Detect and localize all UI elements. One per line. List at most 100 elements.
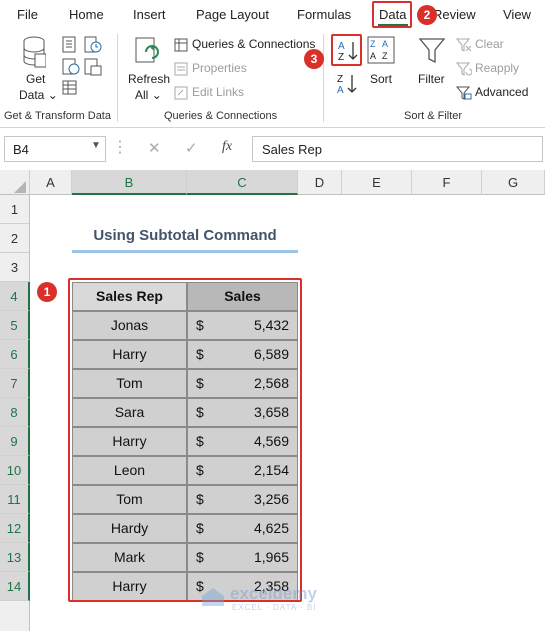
sort-az-icon: A Z bbox=[338, 41, 358, 63]
filter-label: Filter bbox=[418, 72, 445, 86]
row-header-4[interactable]: 4 bbox=[0, 282, 30, 311]
tab-page-layout[interactable]: Page Layout bbox=[196, 7, 269, 22]
svg-text:Z: Z bbox=[337, 74, 343, 85]
formula-input[interactable]: Sales Rep bbox=[252, 136, 543, 162]
column-header-d[interactable]: D bbox=[298, 170, 342, 195]
row-header-blank bbox=[0, 601, 30, 631]
refresh-all-button[interactable]: Refresh All ⌄ bbox=[124, 34, 170, 104]
row-header-8[interactable]: 8 bbox=[0, 398, 30, 427]
svg-text:A: A bbox=[370, 51, 376, 61]
column-header-f[interactable]: F bbox=[412, 170, 482, 195]
tab-insert[interactable]: Insert bbox=[133, 7, 166, 22]
tab-home[interactable]: Home bbox=[69, 7, 104, 22]
svg-text:Z: Z bbox=[338, 52, 344, 63]
row-header-11[interactable]: 11 bbox=[0, 485, 30, 514]
svg-text:Z: Z bbox=[370, 39, 376, 49]
refresh-label-2: All ⌄ bbox=[135, 88, 162, 102]
step-badge-2: 2 bbox=[417, 5, 437, 25]
tab-view[interactable]: View bbox=[503, 7, 531, 22]
watermark-tagline: EXCEL · DATA · BI bbox=[232, 603, 317, 612]
formula-bar: B4 ▼ ⋮ ✕ ✓ fx Sales Rep bbox=[0, 133, 545, 166]
row-header-1[interactable]: 1 bbox=[0, 195, 30, 224]
database-icon bbox=[23, 36, 46, 68]
step-badge-3: 3 bbox=[304, 49, 324, 69]
clear-label: Clear bbox=[475, 37, 504, 51]
select-all-corner[interactable] bbox=[0, 170, 30, 195]
edit-links-icon bbox=[174, 86, 188, 100]
tab-formulas[interactable]: Formulas bbox=[297, 7, 351, 22]
refresh-label-1: Refresh bbox=[128, 72, 171, 86]
sheet-title: Using Subtotal Command bbox=[72, 227, 298, 253]
row-header-12[interactable]: 12 bbox=[0, 514, 30, 543]
from-table-icon[interactable] bbox=[62, 80, 78, 96]
properties-icon bbox=[174, 62, 188, 76]
get-data-label-2: Data ⌄ bbox=[19, 88, 58, 102]
clear-filter-icon bbox=[456, 38, 472, 52]
queries-connections-label: Queries & Connections bbox=[192, 37, 316, 51]
column-header-e[interactable]: E bbox=[342, 170, 412, 195]
properties-label: Properties bbox=[192, 61, 247, 75]
column-header-b[interactable]: B bbox=[72, 170, 187, 195]
edit-links-label: Edit Links bbox=[192, 85, 245, 99]
row-header-10[interactable]: 10 bbox=[0, 456, 30, 485]
sort-z-to-a-button[interactable]: Z A bbox=[336, 72, 360, 98]
sort-a-to-z-button[interactable]: A Z bbox=[331, 34, 362, 66]
row-header-5[interactable]: 5 bbox=[0, 311, 30, 340]
advanced-filter-icon bbox=[456, 86, 472, 100]
sort-button[interactable]: Z A A Z Sort bbox=[365, 34, 397, 92]
get-transform-group-label: Get & Transform Data bbox=[4, 110, 111, 122]
cancel-icon[interactable]: ✕ bbox=[148, 139, 161, 157]
group-separator bbox=[323, 34, 324, 122]
ribbon-tabs: File Home Insert Page Layout Formulas Da… bbox=[0, 0, 545, 30]
watermark-name: exceldemy bbox=[230, 584, 317, 603]
sort-dialog-icon: Z A A Z bbox=[367, 36, 395, 64]
svg-text:A: A bbox=[382, 39, 388, 49]
column-header-a[interactable]: A bbox=[30, 170, 72, 195]
column-header-g[interactable]: G bbox=[482, 170, 545, 195]
row-header-13[interactable]: 13 bbox=[0, 543, 30, 572]
tab-data[interactable]: Data bbox=[379, 7, 406, 22]
chevron-down-icon: ⌄ bbox=[151, 88, 162, 102]
advanced-label: Advanced bbox=[475, 85, 529, 99]
refresh-icon bbox=[135, 37, 159, 63]
enter-icon[interactable]: ✓ bbox=[185, 139, 198, 157]
existing-connections-icon[interactable] bbox=[84, 58, 102, 76]
insert-function-icon[interactable]: fx bbox=[222, 139, 232, 155]
exceldemy-logo-icon bbox=[202, 588, 224, 606]
row-header-7[interactable]: 7 bbox=[0, 369, 30, 398]
row-header-14[interactable]: 14 bbox=[0, 572, 30, 601]
reapply-icon bbox=[456, 62, 472, 76]
row-header-6[interactable]: 6 bbox=[0, 340, 30, 369]
chevron-down-icon: ⌄ bbox=[47, 88, 58, 102]
svg-text:A: A bbox=[337, 85, 344, 96]
row-header-9[interactable]: 9 bbox=[0, 427, 30, 456]
get-data-button[interactable]: Get Data ⌄ bbox=[8, 34, 58, 104]
from-text-icon[interactable] bbox=[62, 36, 78, 54]
formula-input-value: Sales Rep bbox=[262, 142, 322, 157]
ribbon: Get Data ⌄ Get & Transform Data Refresh … bbox=[0, 30, 545, 128]
column-header-c[interactable]: C bbox=[187, 170, 298, 195]
get-data-label-1: Get bbox=[26, 72, 46, 86]
row-header-2[interactable]: 2 bbox=[0, 224, 30, 253]
sort-label: Sort bbox=[370, 72, 393, 86]
recent-sources-icon[interactable] bbox=[84, 36, 102, 54]
dropdown-arrow-icon[interactable]: ▼ bbox=[91, 140, 101, 151]
row-header-3[interactable]: 3 bbox=[0, 253, 30, 282]
svg-text:Z: Z bbox=[382, 51, 388, 61]
name-box[interactable]: B4 ▼ bbox=[4, 136, 106, 162]
more-options-icon: ⋮ bbox=[112, 139, 128, 156]
select-all-triangle-icon bbox=[14, 181, 26, 193]
group-separator bbox=[117, 34, 118, 122]
funnel-icon bbox=[418, 38, 446, 64]
sort-za-icon: Z A bbox=[337, 74, 357, 96]
spreadsheet-grid: A B C D E F G 1 2 3 4 5 6 7 8 9 10 11 12… bbox=[0, 170, 545, 631]
from-web-icon[interactable] bbox=[62, 58, 80, 76]
tab-review[interactable]: Review bbox=[433, 7, 476, 22]
queries-icon bbox=[174, 38, 188, 52]
sort-filter-group-label: Sort & Filter bbox=[404, 110, 463, 122]
queries-group-label: Queries & Connections bbox=[164, 110, 278, 122]
active-tab-underline bbox=[378, 24, 408, 26]
filter-button[interactable]: Filter bbox=[415, 34, 449, 92]
selected-range-highlight bbox=[68, 278, 302, 602]
tab-file[interactable]: File bbox=[17, 7, 38, 22]
